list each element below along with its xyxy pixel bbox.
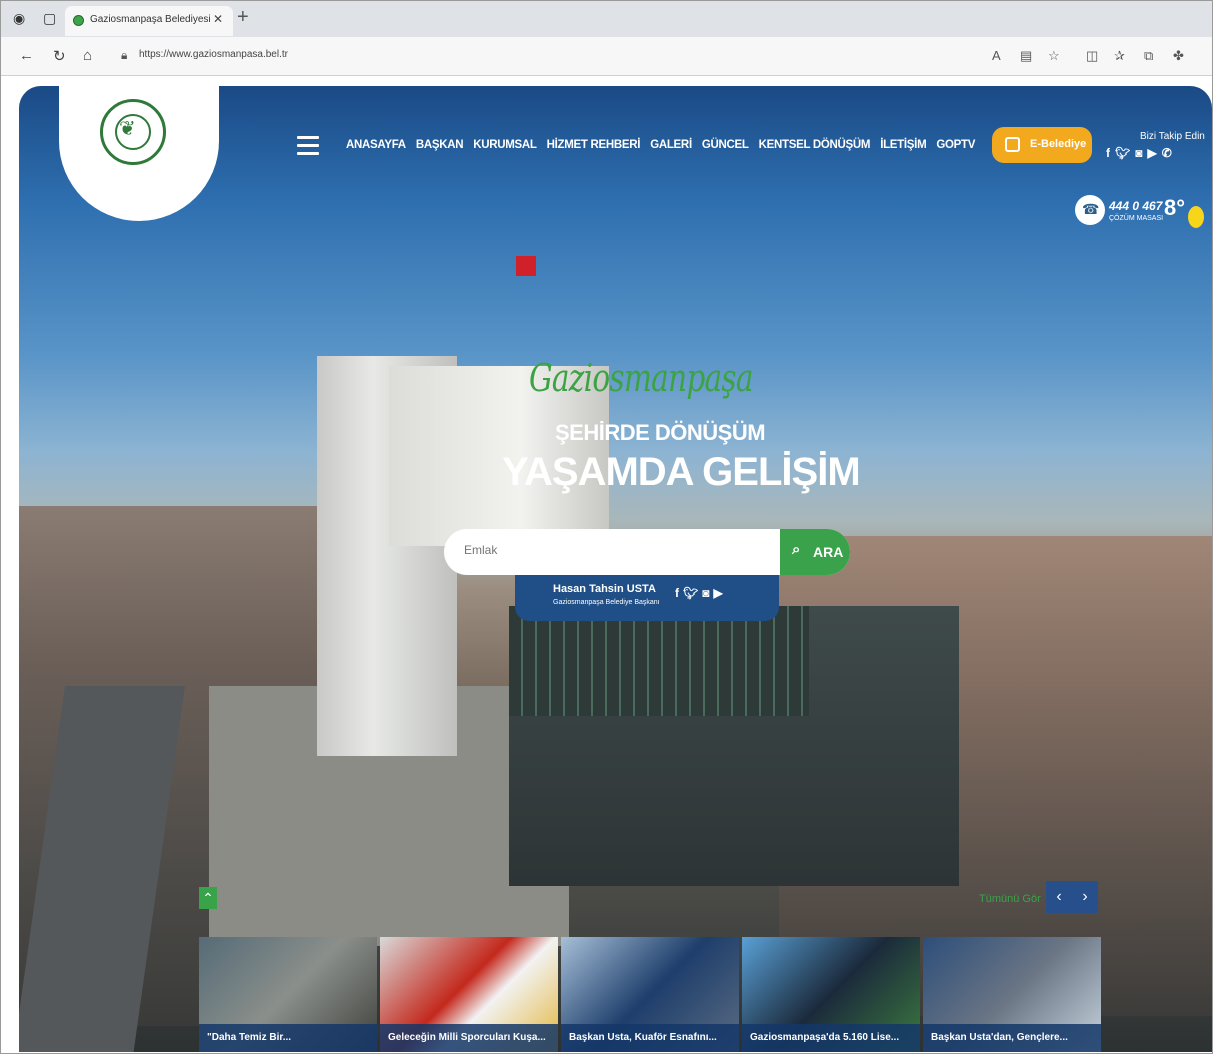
twitter-icon[interactable]: 🐦︎ <box>1115 146 1135 160</box>
url-field[interactable]: https://www.gaziosmanpasa.bel.tr <box>139 49 288 60</box>
chevron-up-icon: ⌃ <box>202 890 214 906</box>
see-all-link[interactable]: Tümünü Gör <box>979 893 1041 905</box>
extensions-icon[interactable]: ✤ <box>1173 48 1184 64</box>
lock-icon: 🔒︎ <box>121 48 128 62</box>
close-tab-icon[interactable]: ✕ <box>213 12 223 26</box>
mayor-youtube-icon[interactable]: ▶ <box>713 586 726 600</box>
news-carousel: "Daha Temiz Bir... Geleceğin Milli Sporc… <box>199 937 1104 1052</box>
facebook-icon[interactable]: f <box>1106 146 1115 160</box>
news-card-title: Başkan Usta'dan, Gençlere... <box>923 1024 1101 1052</box>
mayor-role: Gaziosmanpaşa Belediye Başkanı <box>553 599 660 606</box>
refresh-icon[interactable]: ↻ <box>53 47 66 65</box>
browser-tab-bar: ◉ ▢ Gaziosmanpaşa Belediyesi ✕ + <box>1 1 1212 37</box>
mayor-name: Hasan Tahsin USTA <box>553 583 656 595</box>
leaf-icon: ❦ <box>119 118 136 140</box>
read-aloud-icon[interactable]: A <box>992 48 1001 63</box>
document-icon <box>1005 137 1020 152</box>
social-links: f🐦︎◙▶✆ <box>1106 146 1177 160</box>
e-belediye-button[interactable]: E-Belediye <box>992 127 1092 163</box>
search-box: ⌕ ARA <box>444 529 850 575</box>
split-screen-icon[interactable]: ◫ <box>1086 48 1098 64</box>
flag-icon <box>516 256 536 276</box>
carousel-prev-button[interactable]: ‹ <box>1046 881 1072 913</box>
site-favicon-icon <box>73 15 84 26</box>
reader-view-icon[interactable]: ▤ <box>1020 48 1032 64</box>
news-card[interactable]: Geleceğin Milli Sporcuları Kuşa... <box>380 937 558 1052</box>
tab-actions-icon[interactable]: ▢ <box>43 10 56 27</box>
back-icon[interactable]: ← <box>19 47 34 64</box>
hero-slogan-line1: ŞEHİRDE DÖNÜŞÜM <box>555 420 766 445</box>
search-button-label: ARA <box>813 544 844 560</box>
mayor-facebook-icon[interactable]: f <box>675 586 683 600</box>
nav-item-guncel[interactable]: GÜNCEL <box>702 139 749 151</box>
main-nav: ANASAYFA BAŞKAN KURUMSAL HİZMET REHBERİ … <box>346 139 985 151</box>
chevron-right-icon: › <box>1082 888 1088 905</box>
hero-slogan-line2: YAŞAMDA GELİŞİM <box>502 450 861 494</box>
search-button[interactable]: ⌕ ARA <box>780 529 850 575</box>
news-card[interactable]: Başkan Usta, Kuaför Esnafını... <box>561 937 739 1052</box>
collections-icon[interactable]: ⧉ <box>1144 48 1153 64</box>
nav-item-kentsel-donusum[interactable]: KENTSEL DÖNÜŞÜM <box>759 139 871 151</box>
hero-background-culture-center-glass <box>509 606 809 716</box>
youtube-icon[interactable]: ▶ <box>1147 146 1161 160</box>
nav-item-anasayfa[interactable]: ANASAYFA <box>346 139 406 151</box>
municipality-logo[interactable]: ❦ <box>100 99 166 165</box>
news-card[interactable]: Başkan Usta'dan, Gençlere... <box>923 937 1101 1052</box>
favorites-icon[interactable]: ✰ <box>1114 48 1125 64</box>
mayor-social-links: f🐦︎◙▶ <box>675 586 727 600</box>
new-tab-icon[interactable]: + <box>237 6 249 29</box>
search-input[interactable] <box>462 542 766 558</box>
nav-item-galeri[interactable]: GALERİ <box>650 139 692 151</box>
nav-item-baskan[interactable]: BAŞKAN <box>416 139 464 151</box>
profile-icon[interactable]: ◉ <box>13 10 25 27</box>
news-card-title: Gaziosmanpaşa'da 5.160 Lise... <box>742 1024 920 1052</box>
mayor-card[interactable]: Hasan Tahsin USTA Gaziosmanpaşa Belediye… <box>515 575 779 621</box>
nav-item-kurumsal[interactable]: KURUMSAL <box>473 139 537 151</box>
hero-banner: ❦ ANASAYFA BAŞKAN KURUMSAL HİZMET REHBER… <box>19 86 1212 1052</box>
news-card[interactable]: Gaziosmanpaşa'da 5.160 Lise... <box>742 937 920 1052</box>
sun-icon <box>1188 206 1204 228</box>
hero-script-title: Gaziosmanpaşa <box>529 356 754 400</box>
mayor-instagram-icon[interactable]: ◙ <box>702 586 713 600</box>
favorite-star-icon[interactable]: ☆ <box>1048 48 1060 64</box>
scroll-up-button[interactable]: ⌃ <box>199 887 217 909</box>
mayor-twitter-icon[interactable]: 🐦︎ <box>683 586 702 600</box>
browser-tab[interactable]: Gaziosmanpaşa Belediyesi ✕ <box>65 6 233 36</box>
weather-temperature: 8° <box>1164 195 1186 220</box>
hamburger-menu-icon[interactable] <box>297 136 319 160</box>
nav-item-iletisim[interactable]: İLETİŞİM <box>880 139 926 151</box>
nav-item-goptv[interactable]: GOPTV <box>936 139 975 151</box>
news-card-title: "Daha Temiz Bir... <box>199 1024 377 1052</box>
news-card-title: Geleceğin Milli Sporcuları Kuşa... <box>380 1024 558 1052</box>
chevron-left-icon: ‹ <box>1056 888 1062 905</box>
tab-title: Gaziosmanpaşa Belediyesi <box>90 14 211 25</box>
carousel-next-button[interactable]: › <box>1072 881 1098 913</box>
support-phone[interactable]: 444 0 467 <box>1109 199 1162 213</box>
search-icon: ⌕ <box>792 541 801 558</box>
e-belediye-label: E-Belediye <box>1030 138 1087 150</box>
instagram-icon[interactable]: ◙ <box>1135 146 1147 160</box>
browser-address-bar: ← ↻ ⌂ 🔒︎ https://www.gaziosmanpasa.bel.t… <box>1 37 1212 76</box>
home-icon[interactable]: ⌂ <box>83 47 92 64</box>
nav-item-hizmet-rehberi[interactable]: HİZMET REHBERİ <box>547 139 641 151</box>
follow-us-label: Bizi Takip Edin <box>1140 131 1205 142</box>
news-card[interactable]: "Daha Temiz Bir... <box>199 937 377 1052</box>
support-desk-icon[interactable]: ☎ <box>1075 195 1105 225</box>
support-phone-label: ÇÖZÜM MASASI <box>1109 215 1164 222</box>
news-card-title: Başkan Usta, Kuaför Esnafını... <box>561 1024 739 1052</box>
whatsapp-icon[interactable]: ✆ <box>1162 146 1177 160</box>
